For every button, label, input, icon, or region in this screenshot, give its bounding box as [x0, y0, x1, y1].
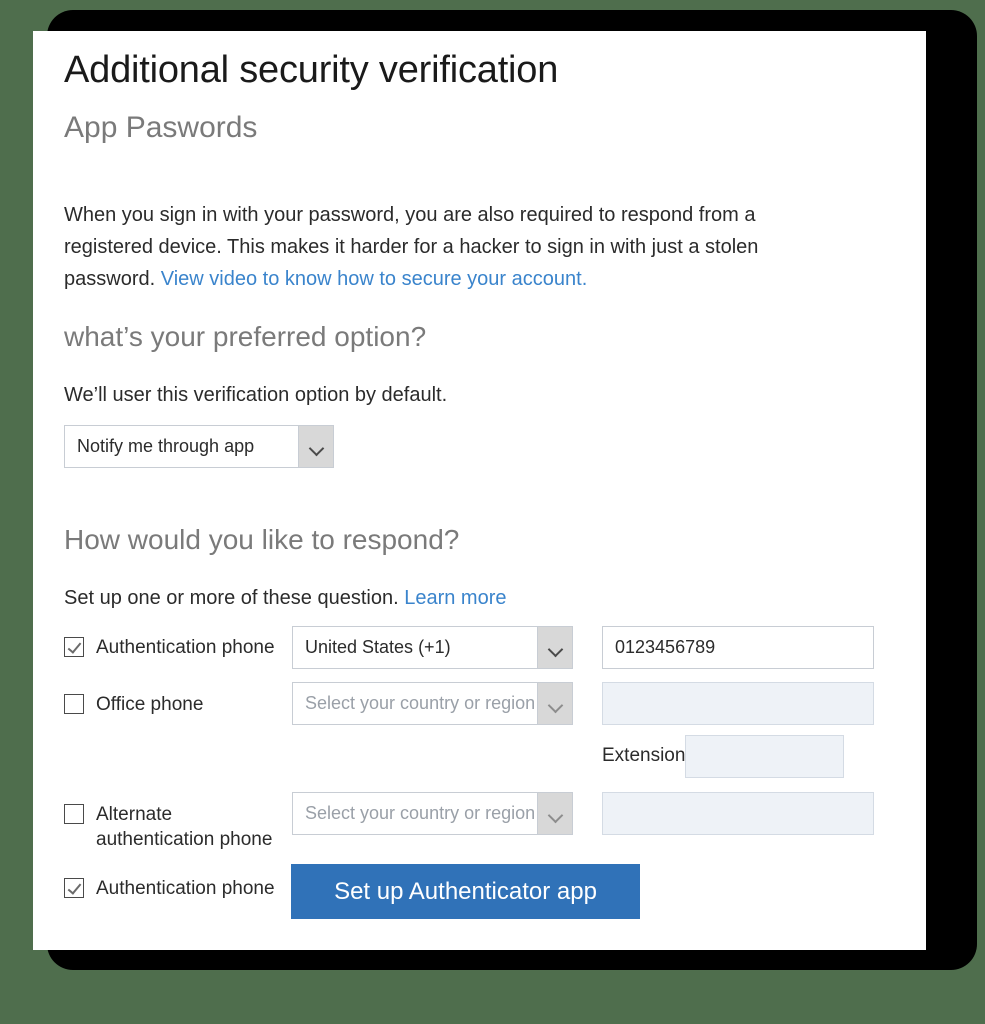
- row-authenticator-app[interactable]: Authentication phone: [64, 876, 275, 901]
- preferred-option-value: Notify me through app: [77, 436, 255, 456]
- checkbox-office-phone[interactable]: [64, 694, 84, 714]
- respond-subtext-text: Set up one or more of these question.: [64, 587, 405, 609]
- chevron-down-icon[interactable]: [537, 627, 572, 668]
- chevron-down-icon[interactable]: [537, 683, 572, 724]
- extension-input[interactable]: [685, 735, 844, 778]
- chevron-down-icon[interactable]: [298, 426, 333, 467]
- country-dropdown-alternate-phone[interactable]: Select your country or region: [292, 792, 573, 835]
- security-verification-card: Additional security verification App Pas…: [33, 31, 926, 950]
- intro-paragraph: When you sign in with your password, you…: [64, 199, 846, 295]
- phone-input-authentication-phone[interactable]: [602, 626, 874, 669]
- country-placeholder-office-phone: Select your country or region: [305, 693, 536, 713]
- set-up-authenticator-app-button[interactable]: Set up Authenticator app: [291, 864, 640, 919]
- screen: Additional security verification App Pas…: [0, 0, 985, 1024]
- preferred-option-heading: what’s your preferred option?: [64, 321, 427, 352]
- country-dropdown-authentication-phone[interactable]: United States (+1): [292, 626, 573, 669]
- page-subtitle: App Paswords: [64, 111, 258, 144]
- view-video-link[interactable]: View video to know how to secure your ac…: [161, 268, 588, 290]
- chevron-down-icon[interactable]: [537, 793, 572, 834]
- learn-more-link[interactable]: Learn more: [404, 587, 506, 609]
- checkbox-authentication-phone[interactable]: [64, 637, 84, 657]
- checkbox-authenticator-app[interactable]: [64, 878, 84, 898]
- page-title: Additional security verification: [64, 49, 559, 91]
- label-office-phone: Office phone: [96, 694, 204, 715]
- row-alternate-authentication-phone[interactable]: Alternate authentication phone: [64, 802, 279, 852]
- phone-input-alternate-phone[interactable]: [602, 792, 874, 835]
- preferred-option-dropdown[interactable]: Notify me through app: [64, 425, 334, 468]
- phone-input-office-phone[interactable]: [602, 682, 874, 725]
- country-dropdown-office-phone[interactable]: Select your country or region: [292, 682, 573, 725]
- checkbox-alternate-authentication-phone[interactable]: [64, 804, 84, 824]
- preferred-option-subtext: We’ll user this verification option by d…: [64, 384, 448, 406]
- label-authenticator-app: Authentication phone: [96, 878, 275, 899]
- country-value-authentication-phone: United States (+1): [305, 637, 451, 657]
- label-extension: Extension: [602, 745, 686, 766]
- row-office-phone[interactable]: Office phone: [64, 692, 203, 717]
- label-alternate-authentication-phone: Alternate authentication phone: [96, 804, 273, 850]
- label-authentication-phone: Authentication phone: [96, 637, 275, 658]
- row-authentication-phone[interactable]: Authentication phone: [64, 635, 275, 660]
- country-placeholder-alternate-phone: Select your country or region: [305, 803, 536, 823]
- respond-subtext: Set up one or more of these question. Le…: [64, 587, 507, 610]
- respond-heading: How would you like to respond?: [64, 524, 460, 555]
